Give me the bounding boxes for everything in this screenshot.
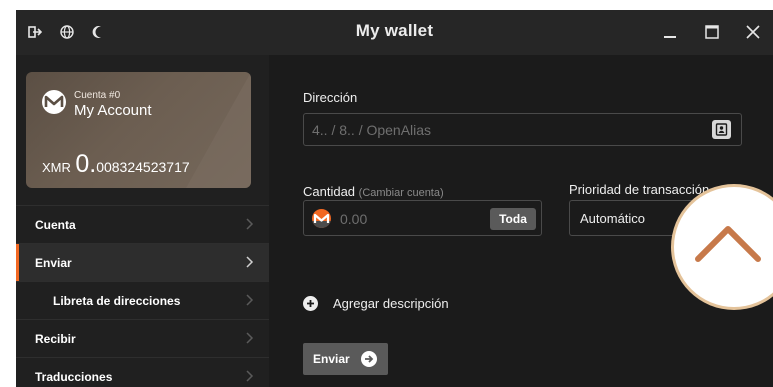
sidebar-item-cuenta[interactable]: Cuenta [16,205,269,244]
address-placeholder: 4.. / 8.. / OpenAlias [312,122,432,138]
account-balance: XMR 0.008324523717 [42,150,190,179]
chevron-right-icon [246,370,254,382]
amount-value: 0.00 [340,211,368,227]
account-name: My Account [74,102,152,119]
sidebar-item-label: Cuenta [35,218,76,232]
sidebar-item-enviar[interactable]: Enviar [16,243,269,282]
wallet-window: My wallet Cuenta #0 My Account XMR 0.008… [16,10,773,387]
plus-icon [303,296,318,311]
chevron-right-icon [246,256,254,268]
address-book-icon[interactable] [712,120,731,139]
send-button-label: Enviar [313,352,350,366]
change-account-link[interactable]: (Cambiar cuenta) [359,187,444,199]
chevron-right-icon [246,294,254,306]
titlebar: My wallet [16,10,773,55]
send-all-button[interactable]: Toda [490,208,536,230]
balance-integer: 0. [75,150,97,178]
scroll-top-button[interactable] [674,187,773,307]
monero-coin-icon [312,209,331,228]
address-input[interactable]: 4.. / 8.. / OpenAlias [303,113,742,146]
sidebar-item-label: Libreta de direcciones [53,294,181,308]
sidebar-item-libreta[interactable]: Libreta de direcciones [16,281,269,320]
chevron-right-icon [246,218,254,230]
amount-input[interactable]: 0.00 Toda [303,200,542,236]
amount-label: Cantidad (Cambiar cuenta) [303,184,444,199]
balance-currency: XMR [42,160,71,175]
maximize-icon[interactable] [701,21,723,43]
sidebar-item-traducciones[interactable]: Traducciones [16,357,269,387]
balance-fraction: 008324523717 [96,159,190,175]
add-description-label: Agregar descripción [333,296,449,311]
sidebar-item-label: Recibir [35,332,76,346]
amount-label-text: Cantidad [303,184,356,199]
sidebar-item-recibir[interactable]: Recibir [16,319,269,358]
account-number: Cuenta #0 [74,90,121,101]
send-button[interactable]: Enviar [303,343,388,375]
monero-logo-icon [42,90,66,114]
chevron-right-icon [246,332,254,344]
sidebar: Cuenta #0 My Account XMR 0.008324523717 … [16,55,269,387]
arrow-right-icon [361,351,377,367]
sidebar-item-label: Traducciones [35,370,113,384]
close-icon[interactable] [742,21,764,43]
sidebar-item-label: Enviar [35,256,72,270]
account-card[interactable]: Cuenta #0 My Account XMR 0.008324523717 [26,72,251,188]
address-label: Dirección [303,90,358,105]
priority-value: Automático [580,211,646,226]
active-indicator [16,244,19,282]
chevron-up-icon [695,226,761,262]
minimize-icon[interactable] [659,21,681,43]
